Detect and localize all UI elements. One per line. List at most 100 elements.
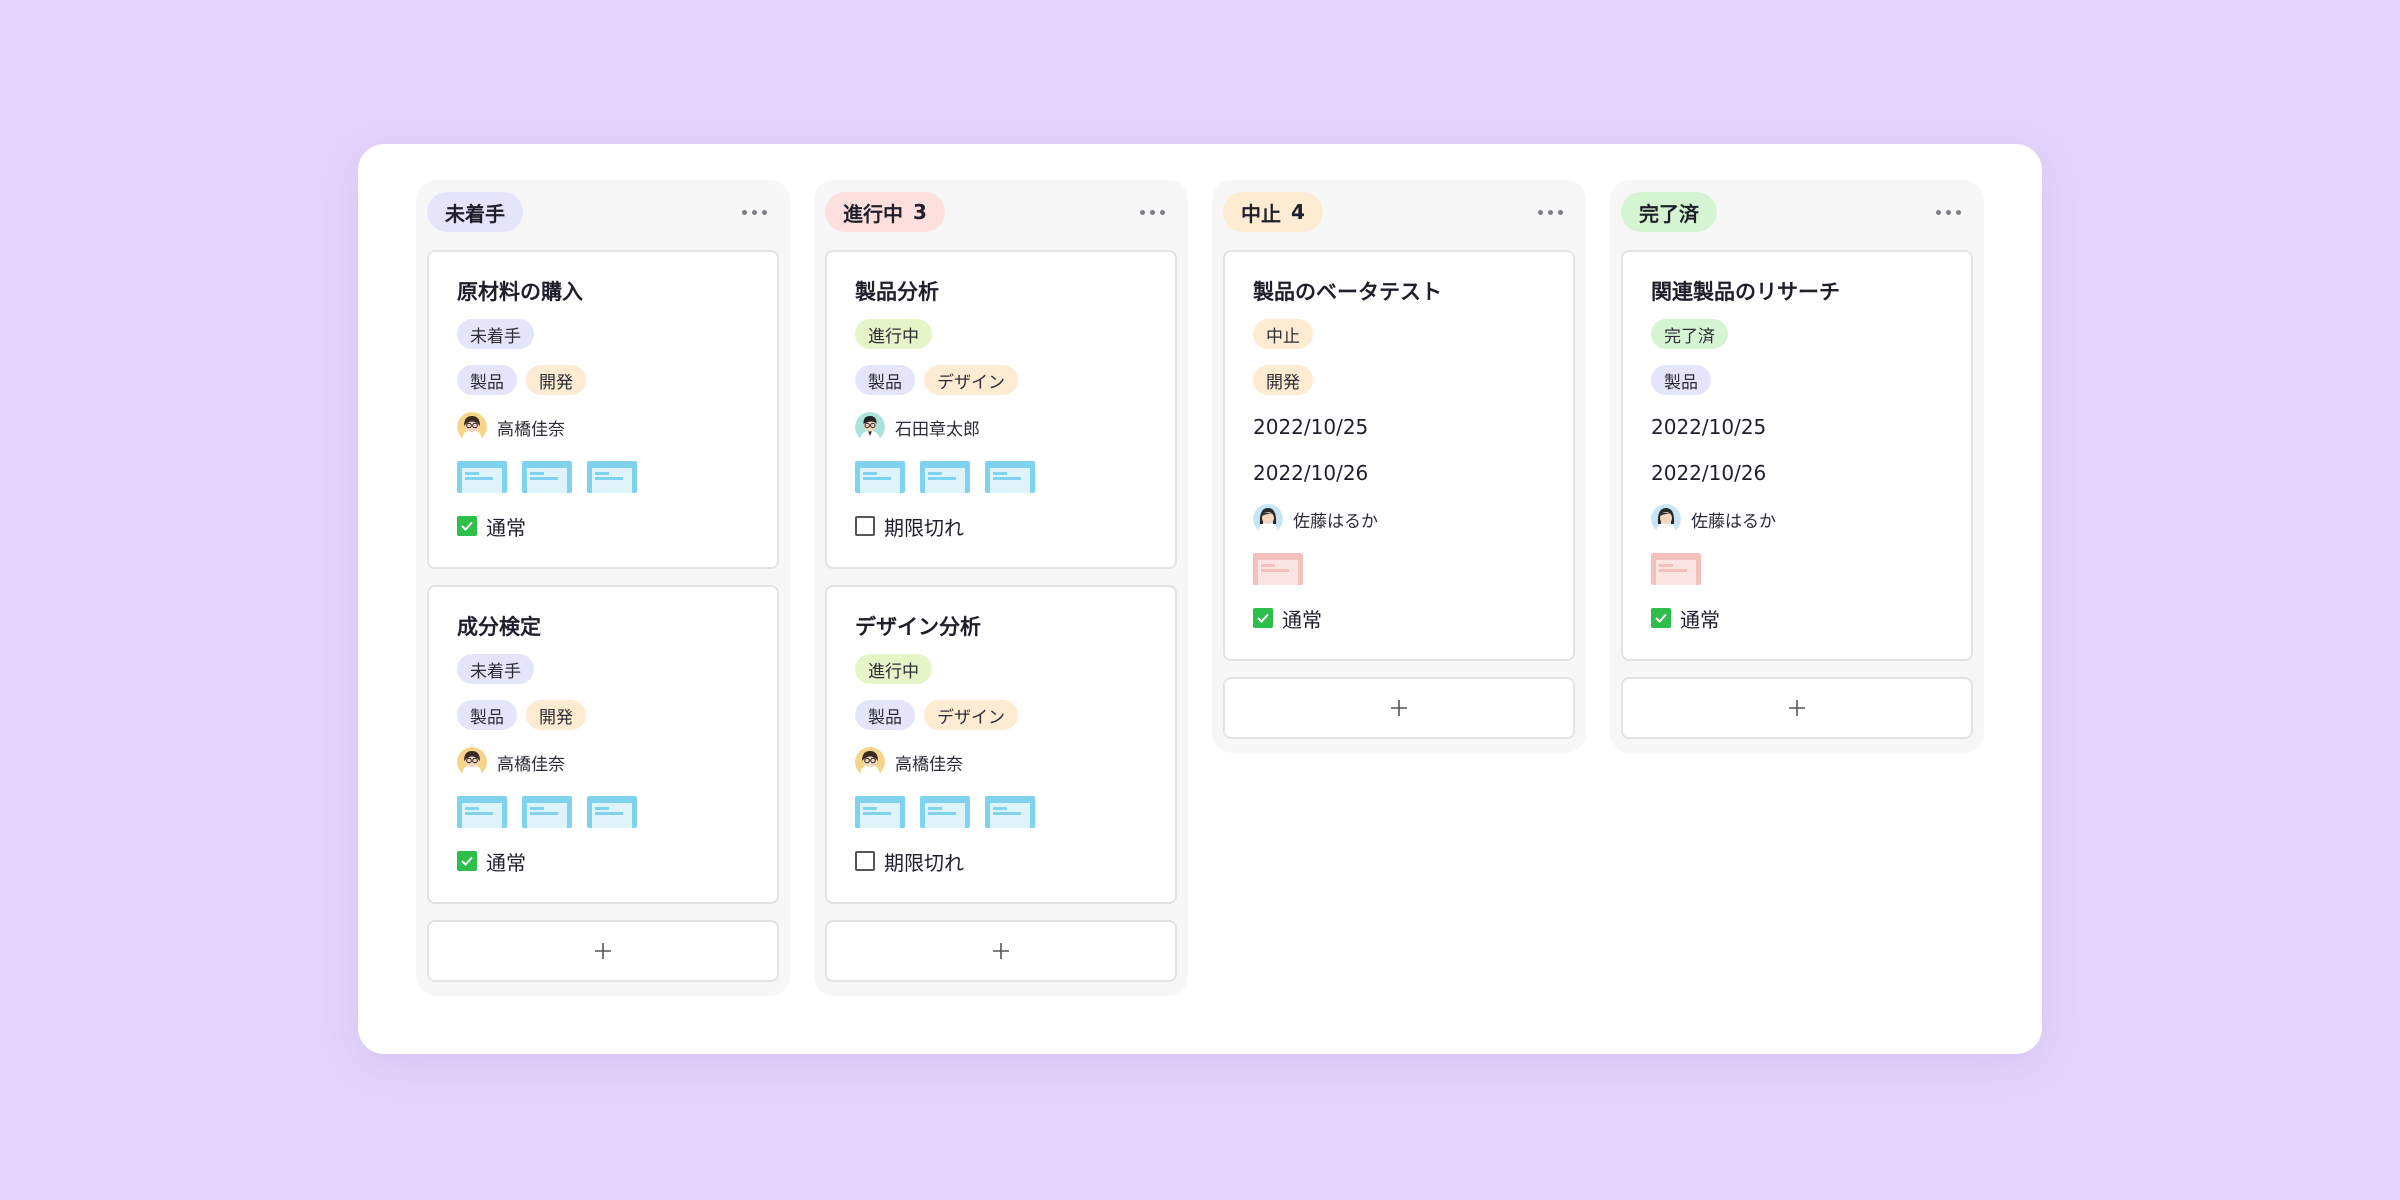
column-count: 4	[1291, 200, 1305, 224]
status-tag-row: 中止	[1253, 319, 1545, 349]
status-checkbox-row: 期限切れ	[855, 848, 1147, 875]
status-tag-row: 進行中	[855, 319, 1147, 349]
add-card-button[interactable]	[427, 920, 779, 982]
assignee: 高橋佳奈	[457, 746, 749, 778]
attachment-thumbnail[interactable]	[457, 796, 507, 828]
category-tag-row: 製品 デザイン	[855, 365, 1147, 395]
add-card-button[interactable]	[825, 920, 1177, 982]
attachment-thumbnails	[457, 796, 749, 828]
checkbox-checked-icon[interactable]	[1253, 608, 1273, 628]
column-status-pill: 中止 4	[1223, 192, 1323, 232]
card-title: 関連製品のリサーチ	[1651, 280, 1840, 304]
task-card[interactable]: 成分検定 未着手 製品 開発 高橋佳奈 通常	[427, 585, 779, 904]
assignee-name: 石田章太郎	[895, 419, 980, 440]
category-tag: 製品	[855, 365, 915, 395]
status-tag-row: 未着手	[457, 654, 749, 684]
woman-glasses-avatar-icon	[855, 747, 885, 777]
assignee: 高橋佳奈	[855, 746, 1147, 778]
column-in-progress: 進行中 3 製品分析 進行中 製品 デザイン 石田章太郎 期限切れ デザイン分析…	[814, 180, 1188, 996]
column-header: 中止 4	[1223, 192, 1575, 232]
checkbox-checked-icon[interactable]	[457, 851, 477, 871]
attachment-thumbnail[interactable]	[855, 796, 905, 828]
column-header: 進行中 3	[825, 192, 1177, 232]
category-tag: 製品	[855, 700, 915, 730]
column-completed: 完了済 関連製品のリサーチ 完了済 製品 2022/10/25 2022/10/…	[1610, 180, 1984, 753]
more-options-icon[interactable]	[1128, 202, 1177, 223]
due-date: 2022/10/26	[1651, 461, 1767, 485]
attachment-thumbnails	[1651, 553, 1943, 585]
checkbox-checked-icon[interactable]	[457, 516, 477, 536]
attachment-thumbnail[interactable]	[1651, 553, 1701, 585]
status-tag: 未着手	[457, 319, 534, 349]
category-tag: デザイン	[924, 700, 1018, 730]
checkbox-unchecked-icon[interactable]	[855, 516, 875, 536]
column-title: 未着手	[445, 201, 505, 226]
assignee-name: 佐藤はるか	[1691, 511, 1776, 532]
woman-glasses-avatar-icon	[457, 747, 487, 777]
due-date: 2022/10/26	[1253, 461, 1369, 485]
attachment-thumbnail[interactable]	[920, 796, 970, 828]
attachment-thumbnail[interactable]	[855, 461, 905, 493]
status-checkbox-row: 通常	[1253, 605, 1545, 632]
status-tag: 中止	[1253, 319, 1313, 349]
woman-avatar-icon	[1253, 504, 1283, 534]
attachment-thumbnail[interactable]	[522, 796, 572, 828]
plus-icon	[993, 943, 1009, 959]
status-label: 通常	[1680, 607, 1720, 632]
status-tag: 未着手	[457, 654, 534, 684]
attachment-thumbnail[interactable]	[920, 461, 970, 493]
attachment-thumbnail[interactable]	[587, 796, 637, 828]
attachment-thumbnail[interactable]	[587, 461, 637, 493]
assignee-name: 高橋佳奈	[497, 419, 565, 440]
column-status-pill: 進行中 3	[825, 192, 945, 232]
start-date: 2022/10/25	[1253, 415, 1369, 439]
attachment-thumbnails	[1253, 553, 1545, 585]
column-title: 中止	[1241, 201, 1281, 226]
plus-icon	[1391, 700, 1407, 716]
column-status-pill: 未着手	[427, 192, 523, 232]
attachment-thumbnail[interactable]	[1253, 553, 1303, 585]
assignee-name: 高橋佳奈	[895, 754, 963, 775]
status-label: 期限切れ	[884, 515, 964, 540]
status-tag-row: 未着手	[457, 319, 749, 349]
column-not-started: 未着手 原材料の購入 未着手 製品 開発 高橋佳奈 通常 成分検定 未着手 製品…	[416, 180, 790, 996]
more-options-icon[interactable]	[1526, 202, 1575, 223]
woman-glasses-avatar-icon	[457, 412, 487, 442]
attachment-thumbnails	[855, 796, 1147, 828]
task-card[interactable]: 関連製品のリサーチ 完了済 製品 2022/10/25 2022/10/26 佐…	[1621, 250, 1973, 661]
checkbox-checked-icon[interactable]	[1651, 608, 1671, 628]
attachment-thumbnails	[457, 461, 749, 493]
status-label: 通常	[486, 850, 526, 875]
more-options-icon[interactable]	[1924, 202, 1973, 223]
status-tag: 進行中	[855, 319, 932, 349]
add-card-button[interactable]	[1223, 677, 1575, 739]
column-title: 完了済	[1639, 201, 1699, 226]
status-checkbox-row: 期限切れ	[855, 513, 1147, 540]
assignee-name: 佐藤はるか	[1293, 511, 1378, 532]
category-tag-row: 製品 開発	[457, 365, 749, 395]
task-card[interactable]: デザイン分析 進行中 製品 デザイン 高橋佳奈 期限切れ	[825, 585, 1177, 904]
task-card[interactable]: 製品のベータテスト 中止 開発 2022/10/25 2022/10/26 佐藤…	[1223, 250, 1575, 661]
category-tag: 製品	[457, 700, 517, 730]
status-checkbox-row: 通常	[457, 513, 749, 540]
assignee: 佐藤はるか	[1651, 503, 1943, 535]
kanban-board: 未着手 原材料の購入 未着手 製品 開発 高橋佳奈 通常 成分検定 未着手 製品…	[358, 144, 2042, 1054]
column-header: 完了済	[1621, 192, 1973, 232]
category-tag: 製品	[1651, 365, 1711, 395]
attachment-thumbnail[interactable]	[985, 461, 1035, 493]
status-tag-row: 進行中	[855, 654, 1147, 684]
man-glasses-avatar-icon	[855, 412, 885, 442]
attachment-thumbnail[interactable]	[985, 796, 1035, 828]
checkbox-unchecked-icon[interactable]	[855, 851, 875, 871]
more-options-icon[interactable]	[730, 202, 779, 223]
category-tag: デザイン	[924, 365, 1018, 395]
attachment-thumbnail[interactable]	[522, 461, 572, 493]
attachment-thumbnail[interactable]	[457, 461, 507, 493]
add-card-button[interactable]	[1621, 677, 1973, 739]
assignee: 佐藤はるか	[1253, 503, 1545, 535]
assignee: 石田章太郎	[855, 411, 1147, 443]
category-tag: 開発	[526, 365, 586, 395]
task-card[interactable]: 製品分析 進行中 製品 デザイン 石田章太郎 期限切れ	[825, 250, 1177, 569]
status-label: 通常	[1282, 607, 1322, 632]
task-card[interactable]: 原材料の購入 未着手 製品 開発 高橋佳奈 通常	[427, 250, 779, 569]
